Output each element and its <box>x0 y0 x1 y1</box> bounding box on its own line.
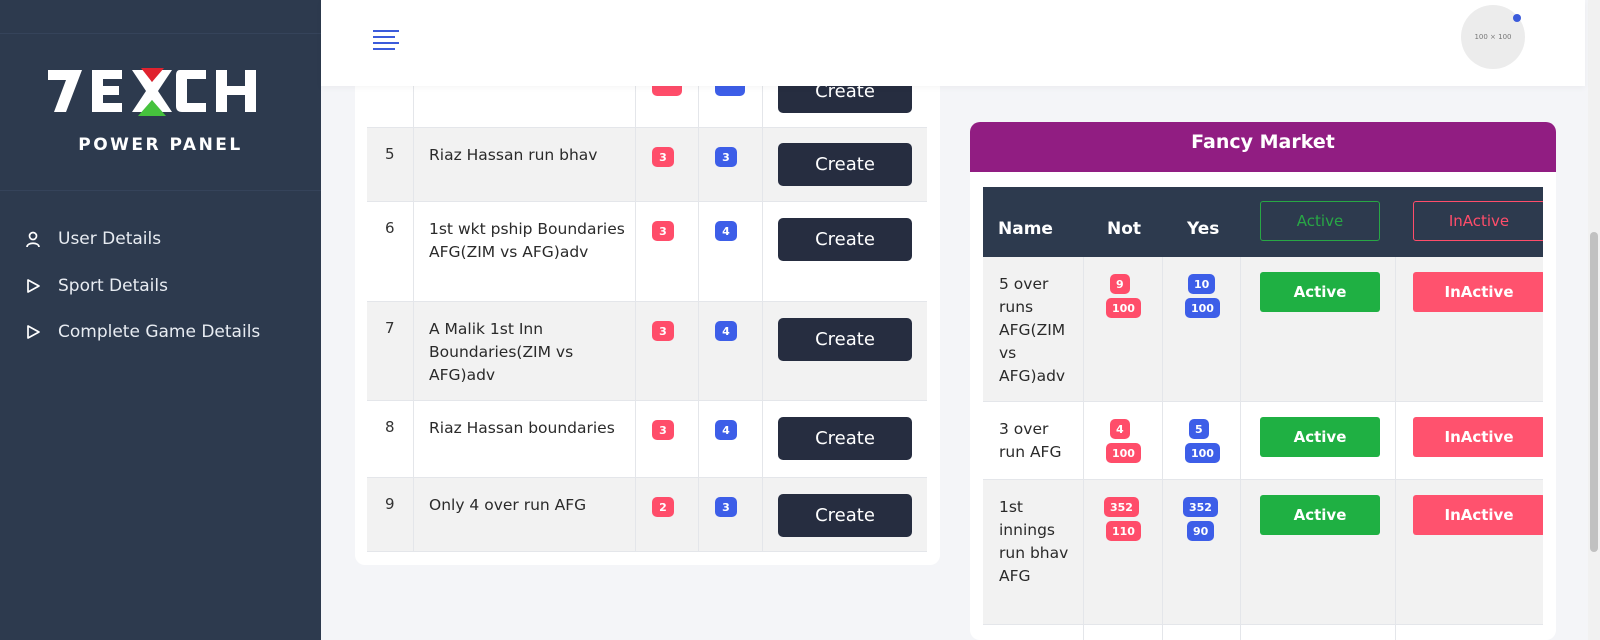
back-badge: 3 <box>715 497 737 517</box>
not-size-badge: 100 <box>1106 443 1141 463</box>
column-divider <box>1162 257 1163 640</box>
table-row: 8 Riaz Hassan boundaries 3 4 Create <box>367 401 927 478</box>
lay-badge: 3 <box>652 321 674 341</box>
market-name: 1st innings run bhav AFG <box>999 498 1069 585</box>
lay-badge: 3 <box>652 420 674 440</box>
sidebar-item-label: Sport Details <box>58 276 168 296</box>
row-number: 6 <box>385 219 395 237</box>
row-number: 9 <box>385 495 395 513</box>
yes-rate-badge: 5 <box>1189 419 1209 439</box>
yes-rate-badge: 352 <box>1183 497 1218 517</box>
sidebar-item-label: Complete Game Details <box>58 322 261 342</box>
column-header-name: Name <box>998 219 1053 239</box>
active-button[interactable]: Active <box>1260 417 1380 457</box>
yes-size-badge: 100 <box>1185 298 1220 318</box>
inactive-button[interactable]: InActive <box>1413 417 1543 457</box>
market-name: 3 over run AFG <box>999 420 1062 461</box>
table-row: 9 Only 4 over run AFG 2 3 Create <box>367 478 927 552</box>
market-name: Riaz Hassan boundaries <box>429 419 615 437</box>
market-name: 5 over runs AFG(ZIM vs AFG)adv <box>999 275 1066 385</box>
play-icon <box>27 325 40 339</box>
table-row: 5 Riaz Hassan run bhav 3 3 Create <box>367 128 927 202</box>
yes-rate-badge: 10 <box>1188 274 1216 294</box>
active-button[interactable]: Active <box>1260 495 1380 535</box>
sidebar-item-sport-details[interactable]: Sport Details <box>24 272 168 300</box>
create-button[interactable]: Create <box>778 143 912 186</box>
not-size-badge: 100 <box>1106 298 1141 318</box>
top-header: 100 × 100 <box>321 0 1585 86</box>
avatar-placeholder-text: 100 × 100 <box>1474 33 1512 41</box>
table-row: 1st innings run bhav AFG 352 110 352 90 … <box>983 480 1543 625</box>
sidebar-item-user-details[interactable]: User Details <box>24 225 161 253</box>
active-button[interactable]: Active <box>1260 272 1380 312</box>
column-divider <box>1395 257 1396 640</box>
row-number: 5 <box>385 145 395 163</box>
back-badge: 4 <box>715 321 737 341</box>
inactive-all-button[interactable]: InActive <box>1413 201 1543 241</box>
brand-logo <box>48 68 256 116</box>
market-name: 1st wkt pship Boundaries AFG(ZIM vs AFG)… <box>429 220 625 261</box>
fancy-market-card: Fancy Market Name Not Yes Active InActiv… <box>970 122 1556 640</box>
sidebar-item-complete-game-details[interactable]: Complete Game Details <box>24 318 260 346</box>
online-status-dot <box>1513 14 1521 22</box>
market-name: A Malik 1st Inn Boundaries(ZIM vs AFG)ad… <box>429 320 574 384</box>
not-rate-badge: 4 <box>1110 419 1130 439</box>
inactive-button[interactable]: InActive <box>1413 495 1543 535</box>
lay-badge: 3 <box>652 221 674 241</box>
market-name: Riaz Hassan run bhav <box>429 146 598 164</box>
table-row: 6 1st wkt pship Boundaries AFG(ZIM vs AF… <box>367 202 927 302</box>
page-scrollbar[interactable] <box>1588 0 1600 640</box>
create-button[interactable]: Create <box>778 218 912 261</box>
market-name: Only 4 over run AFG <box>429 496 587 514</box>
row-number: 7 <box>385 319 395 337</box>
back-badge: 3 <box>715 147 737 167</box>
table-header: Name Not Yes Active InActive <box>983 187 1543 257</box>
user-icon <box>26 231 40 248</box>
table-row: 5 over runs AFG(ZIM vs AFG)adv 9 100 10 … <box>983 257 1543 402</box>
table-row: 3 over run AFG 4 100 5 100 Active InActi… <box>983 402 1543 480</box>
panel-title: POWER PANEL <box>78 135 243 155</box>
play-icon <box>27 279 40 293</box>
create-button[interactable]: Create <box>778 494 912 537</box>
column-header-yes: Yes <box>1187 219 1220 239</box>
column-divider <box>1240 257 1241 640</box>
yes-size-badge: 100 <box>1185 443 1220 463</box>
yes-size-badge: 90 <box>1187 521 1215 541</box>
lay-badge: 2 <box>652 497 674 517</box>
active-all-button[interactable]: Active <box>1260 201 1380 241</box>
back-badge: 4 <box>715 221 737 241</box>
row-number: 8 <box>385 418 395 436</box>
divider <box>0 190 321 191</box>
back-badge: 4 <box>715 420 737 440</box>
not-rate-badge: 9 <box>1110 274 1130 294</box>
table-row <box>983 625 1543 640</box>
sidebar: POWER PANEL User Details Sport Details C… <box>0 0 321 640</box>
inactive-button[interactable]: InActive <box>1413 272 1543 312</box>
fancy-market-title: Fancy Market <box>970 122 1556 172</box>
table-row: 7 A Malik 1st Inn Boundaries(ZIM vs AFG)… <box>367 302 927 401</box>
lay-badge: 3 <box>652 147 674 167</box>
scrollbar-thumb[interactable] <box>1590 232 1598 552</box>
fancy-market-table: Name Not Yes Active InActive 5 over runs… <box>983 187 1543 640</box>
menu-toggle-icon[interactable] <box>373 28 401 50</box>
create-button[interactable]: Create <box>778 318 912 361</box>
create-button[interactable]: Create <box>778 417 912 460</box>
column-header-not: Not <box>1107 219 1142 239</box>
not-size-badge: 110 <box>1106 521 1141 541</box>
column-divider <box>1083 257 1084 640</box>
not-rate-badge: 352 <box>1104 497 1139 517</box>
sidebar-item-label: User Details <box>58 229 162 249</box>
divider <box>0 33 321 34</box>
